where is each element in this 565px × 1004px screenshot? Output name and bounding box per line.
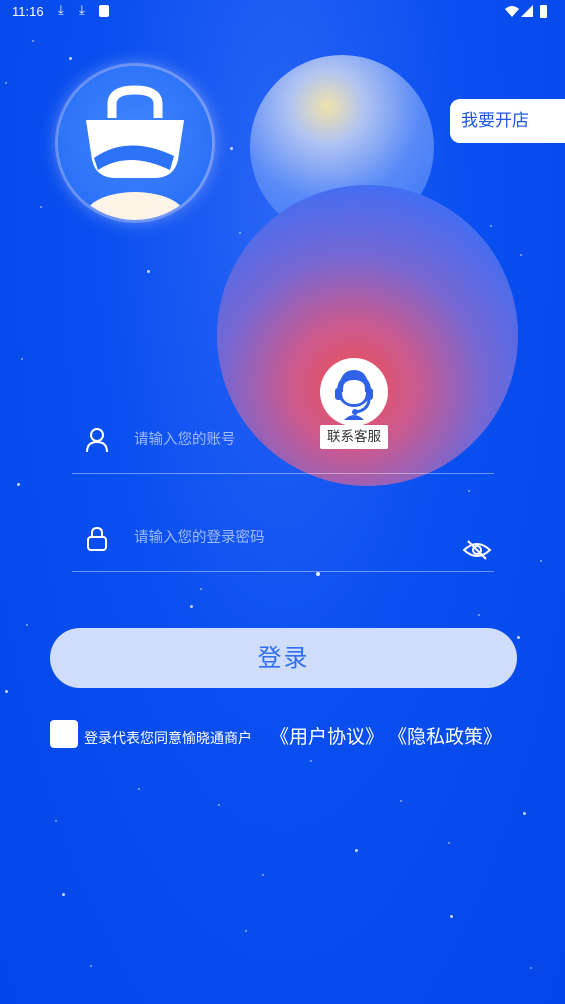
login-button[interactable]: 登录 (50, 628, 517, 688)
user-icon (86, 428, 108, 453)
download-icon: ⤓ (79, 3, 85, 18)
agreement-checkbox[interactable] (50, 720, 78, 748)
eye-slash-icon[interactable] (462, 539, 492, 561)
status-time: 11:16 (12, 4, 44, 19)
user-agreement-link[interactable]: 《用户协议》 (270, 722, 384, 749)
lock-icon (87, 526, 107, 551)
password-input[interactable] (132, 523, 436, 553)
shopping-bag-icon (85, 85, 185, 220)
privacy-policy-link[interactable]: 《隐私政策》 (388, 722, 502, 749)
signal-icon (521, 5, 533, 17)
download-icon: ⤓ (58, 3, 64, 18)
password-field (72, 501, 494, 572)
agreement-text: 登录代表您同意愉晓通商户 (84, 731, 252, 747)
account-input[interactable] (132, 425, 436, 455)
open-shop-button[interactable]: 我要开店 (450, 99, 565, 143)
wifi-icon (505, 6, 519, 17)
app-logo (58, 66, 212, 220)
status-bar: 11:16 ⤓ ⤓ (0, 0, 565, 24)
status-right-icons (505, 5, 547, 18)
battery-icon (540, 5, 547, 18)
account-field (72, 403, 494, 474)
sim-icon (99, 5, 109, 17)
